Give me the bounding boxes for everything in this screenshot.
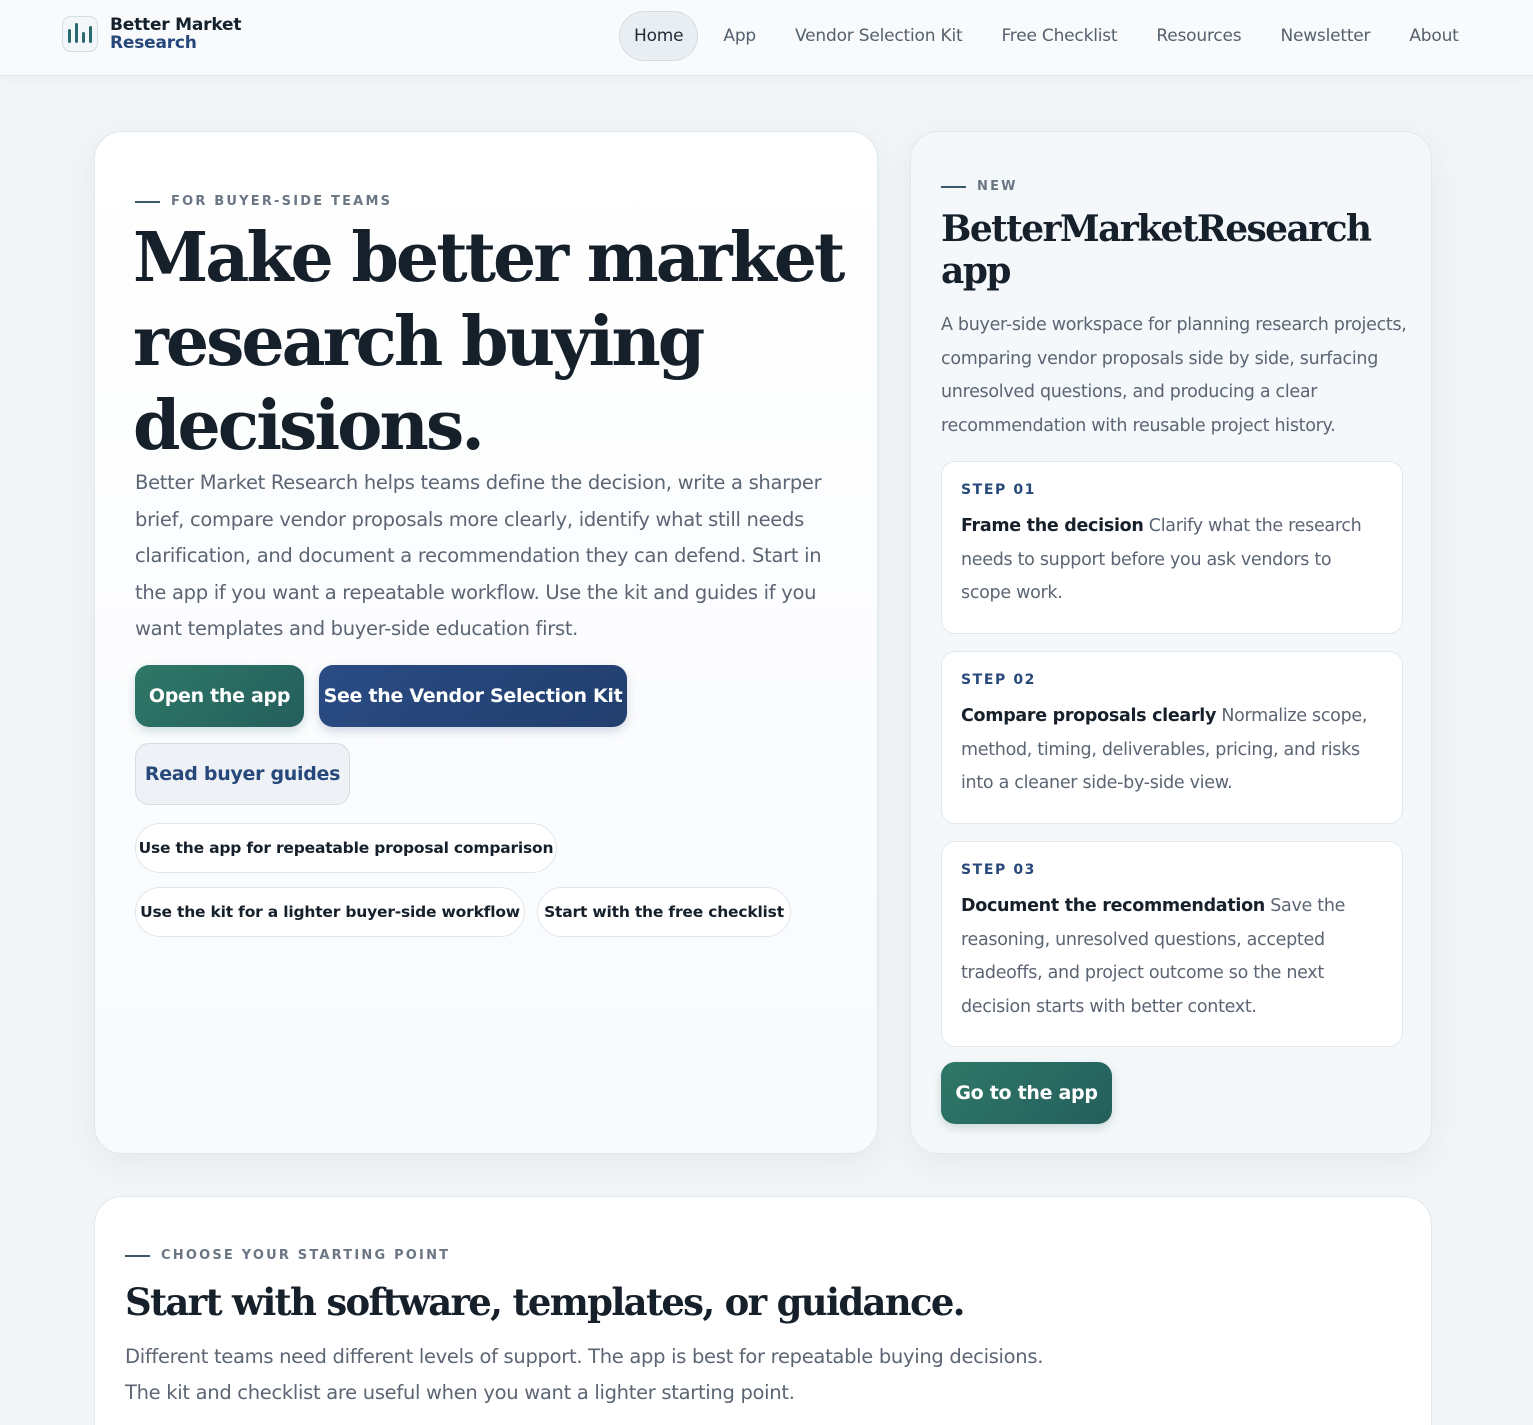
bar-chart-logo-icon: [62, 16, 98, 52]
eyebrow-dash: [135, 200, 160, 203]
starting-point-section: CHOOSE YOUR STARTING POINT Start with so…: [94, 1196, 1432, 1425]
go-to-app-button[interactable]: Go to the app: [941, 1062, 1112, 1124]
nav-resources[interactable]: Resources: [1142, 11, 1255, 61]
section-eyebrow-text: CHOOSE YOUR STARTING POINT: [161, 1248, 451, 1263]
step-body: Frame the decision Clarify what the rese…: [961, 510, 1384, 611]
hero-description: Better Market Research helps teams defin…: [135, 471, 822, 640]
chip-kit-workflow[interactable]: Use the kit for a lighter buyer-side wor…: [135, 887, 525, 937]
step-heading: Frame the decision: [961, 516, 1144, 536]
step-card-03: STEP 03 Document the recommendation Save…: [941, 841, 1403, 1047]
hero-title: Make better market research buying decis…: [133, 218, 845, 466]
step-card-02: STEP 02 Compare proposals clearly Normal…: [941, 651, 1403, 824]
main-nav: Home App Vendor Selection Kit Free Check…: [619, 11, 1484, 61]
buyer-guides-button[interactable]: Read buyer guides: [135, 743, 350, 805]
nav-about[interactable]: About: [1395, 11, 1472, 61]
app-card-description: A buyer-side workspace for planning rese…: [941, 315, 1407, 436]
eyebrow-dash: [941, 185, 966, 188]
brand-name-line1: Better Market: [110, 15, 242, 35]
section-title: Start with software, templates, or guida…: [125, 1280, 966, 1324]
open-app-button[interactable]: Open the app: [135, 665, 304, 727]
step-body: Document the recommendation Save the rea…: [961, 890, 1384, 1024]
step-label: STEP 02: [961, 672, 1037, 688]
hero-card: FOR BUYER-SIDE TEAMS Make better market …: [94, 131, 878, 1154]
step-card-01: STEP 01 Frame the decision Clarify what …: [941, 461, 1403, 634]
section-eyebrow: CHOOSE YOUR STARTING POINT: [125, 1248, 450, 1263]
step-body: Compare proposals clearly Normalize scop…: [961, 700, 1384, 801]
nav-free-checklist[interactable]: Free Checklist: [987, 11, 1131, 61]
step-label: STEP 01: [961, 482, 1037, 498]
nav-app[interactable]: App: [709, 11, 770, 61]
brand-logo[interactable]: Better Market Research: [62, 16, 241, 52]
nav-vendor-selection-kit[interactable]: Vendor Selection Kit: [781, 11, 976, 61]
chip-free-checklist[interactable]: Start with the free checklist: [537, 887, 791, 937]
app-eyebrow: NEW: [941, 179, 1018, 194]
site-header: Better Market Research Home App Vendor S…: [0, 0, 1533, 76]
vendor-kit-button[interactable]: See the Vendor Selection Kit: [319, 665, 627, 727]
step-heading: Compare proposals clearly: [961, 706, 1217, 726]
hero-eyebrow-text: FOR BUYER-SIDE TEAMS: [171, 194, 393, 209]
nav-home[interactable]: Home: [619, 11, 699, 61]
app-promo-card: NEW BetterMarketResearch app A buyer-sid…: [910, 131, 1432, 1154]
eyebrow-dash: [125, 1254, 150, 1257]
nav-newsletter[interactable]: Newsletter: [1266, 11, 1384, 61]
hero-eyebrow: FOR BUYER-SIDE TEAMS: [135, 194, 392, 209]
chip-app-comparison[interactable]: Use the app for repeatable proposal comp…: [135, 823, 557, 873]
section-description: Different teams need different levels of…: [125, 1345, 1044, 1404]
step-label: STEP 03: [961, 862, 1037, 878]
app-card-title: BetterMarketResearch app: [941, 208, 1372, 292]
brand-name-line2: Research: [110, 33, 197, 53]
step-heading: Document the recommendation: [961, 896, 1265, 916]
app-eyebrow-text: NEW: [977, 179, 1018, 194]
